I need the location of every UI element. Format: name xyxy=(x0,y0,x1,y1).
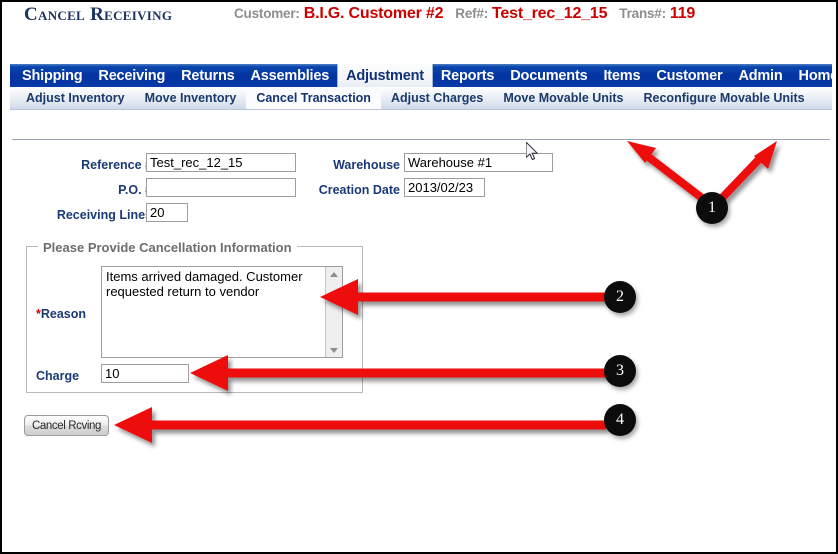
nav-label: Reports xyxy=(440,67,495,84)
callout-badge-2: 2 xyxy=(604,281,636,313)
scroll-down-icon[interactable] xyxy=(327,343,341,357)
callout-1-arrow-right xyxy=(719,141,777,201)
nav-item-home[interactable]: Home xyxy=(791,64,838,87)
nav-label: Returns xyxy=(181,67,235,84)
callout-1-arrow-left xyxy=(627,141,705,202)
nav-item-shipping[interactable]: Shipping xyxy=(14,64,90,87)
callout-badge-4-number: 4 xyxy=(616,411,624,428)
sub-navigation-bar: Adjust Inventory Move Inventory Cancel T… xyxy=(10,87,832,110)
reason-textarea-scrollbar[interactable] xyxy=(325,267,342,357)
subnav-item-cancel-transaction[interactable]: Cancel Transaction xyxy=(246,87,381,109)
nav-item-adjustment[interactable]: Adjustment xyxy=(337,64,433,87)
subnav-item-move-inventory[interactable]: Move Inventory xyxy=(135,87,247,109)
trans-value: 119 xyxy=(669,5,696,22)
callout-badge-4: 4 xyxy=(604,404,636,436)
reference-input[interactable] xyxy=(146,153,296,172)
nav-item-items[interactable]: Items xyxy=(595,64,648,87)
scroll-up-icon[interactable] xyxy=(327,267,341,281)
ref-label: Ref#: xyxy=(455,6,489,21)
page-title: Cancel Receiving xyxy=(24,4,173,25)
cancel-rcving-button-label: Cancel Rcving xyxy=(32,419,101,432)
subnav-label: Cancel Transaction xyxy=(256,91,371,105)
ref-value: Test_rec_12_15 xyxy=(492,5,608,22)
subnav-item-adjust-inventory[interactable]: Adjust Inventory xyxy=(16,87,135,109)
charge-label: Charge xyxy=(36,369,80,383)
subnav-label: Move Movable Units xyxy=(503,91,624,105)
cancel-rcving-button[interactable]: Cancel Rcving xyxy=(24,415,109,436)
application-window: Shipping Receiving Returns Assemblies Ad… xyxy=(0,0,838,554)
creation-date-input[interactable] xyxy=(404,178,485,197)
subnav-label: Move Inventory xyxy=(144,91,237,105)
callout-1-arrows xyxy=(627,141,777,202)
nav-label: Admin xyxy=(738,67,783,84)
customer-value: B.I.G. Customer #2 xyxy=(303,5,444,22)
callout-badge-3-number: 3 xyxy=(616,362,624,379)
nav-label: Documents xyxy=(510,67,588,84)
reason-textarea[interactable]: Items arrived damaged. Customer requeste… xyxy=(101,266,343,358)
receiving-lines-label: Receiving Lines xyxy=(56,208,152,222)
customer-label: Customer: xyxy=(234,6,300,21)
mouse-cursor xyxy=(526,142,539,161)
subnav-label: Reconfigure Movable Units xyxy=(643,91,805,105)
nav-item-admin[interactable]: Admin xyxy=(730,64,790,87)
main-navigation-bar: Shipping Receiving Returns Assemblies Ad… xyxy=(10,64,836,87)
receiving-lines-input[interactable] xyxy=(146,203,188,222)
subnav-item-move-movable-units[interactable]: Move Movable Units xyxy=(493,87,633,109)
nav-label: Assemblies xyxy=(250,67,330,84)
subnav-item-adjust-charges[interactable]: Adjust Charges xyxy=(381,87,493,109)
nav-item-customer[interactable]: Customer xyxy=(648,64,730,87)
nav-item-assemblies[interactable]: Assemblies xyxy=(243,64,338,87)
trans-label: Trans#: xyxy=(619,6,666,21)
reason-label-text: Reason xyxy=(40,307,87,321)
subnav-label: Adjust Inventory xyxy=(26,91,125,105)
nav-label: Home xyxy=(798,67,838,84)
callout-badge-2-number: 2 xyxy=(616,288,624,305)
page-header xyxy=(12,112,830,140)
reason-textarea-value[interactable]: Items arrived damaged. Customer requeste… xyxy=(102,267,325,357)
nav-label: Receiving xyxy=(98,67,166,84)
po-label: P.O. # xyxy=(118,183,152,197)
nav-item-documents[interactable]: Documents xyxy=(502,64,595,87)
callout-badge-3: 3 xyxy=(604,355,636,387)
header-meta: Customer: B.I.G. Customer #2 Ref#: Test_rec… xyxy=(234,5,695,23)
cancellation-fieldset-legend: Please Provide Cancellation Information xyxy=(38,240,297,255)
warehouse-label: Warehouse xyxy=(333,158,400,172)
callout-badge-1: 1 xyxy=(696,192,728,224)
nav-label: Adjustment xyxy=(346,67,424,84)
reference-label: Reference # xyxy=(81,158,152,172)
callout-4-arrow xyxy=(114,407,606,443)
nav-label: Shipping xyxy=(22,67,83,84)
callout-badge-1-number: 1 xyxy=(708,199,716,216)
nav-label: Items xyxy=(603,67,641,84)
nav-label: Customer xyxy=(656,67,723,84)
charge-input[interactable] xyxy=(101,364,189,383)
subnav-label: Adjust Charges xyxy=(390,91,484,105)
nav-item-returns[interactable]: Returns xyxy=(173,64,242,87)
subnav-item-reconfigure-movable-units[interactable]: Reconfigure Movable Units xyxy=(634,87,815,109)
reason-label: *Reason xyxy=(36,307,86,321)
creation-date-label: Creation Date xyxy=(318,183,400,197)
nav-item-receiving[interactable]: Receiving xyxy=(90,64,173,87)
po-input[interactable] xyxy=(146,178,296,197)
nav-item-reports[interactable]: Reports xyxy=(433,64,502,87)
